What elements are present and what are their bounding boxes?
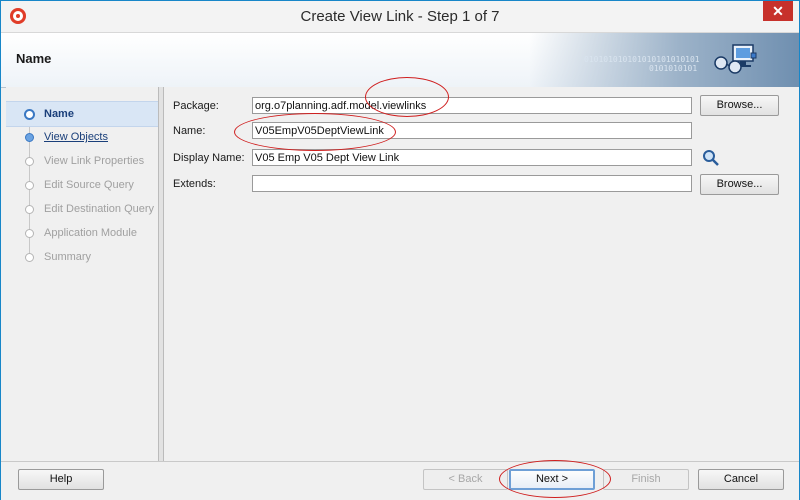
- window-title: Create View Link - Step 1 of 7: [300, 8, 500, 25]
- dialog-window: Create View Link - Step 1 of 7 ✕ Name 01…: [0, 0, 800, 500]
- close-button[interactable]: ✕: [763, 1, 793, 21]
- nav-step-name[interactable]: Name: [6, 101, 158, 127]
- step-bullet-icon: [25, 156, 34, 166]
- title-bar: Create View Link - Step 1 of 7 ✕: [1, 1, 799, 33]
- nav-step-label: View Link Properties: [44, 155, 145, 167]
- step-bullet-icon: [25, 252, 34, 262]
- back-button[interactable]: < Back: [423, 469, 508, 490]
- header-binary-text: 010101010101010101010101: [584, 55, 700, 64]
- button-bar: Help < Back Next > Finish Cancel: [1, 461, 799, 500]
- nav-step-label: Edit Destination Query: [44, 203, 155, 215]
- display-name-label: Display Name:: [173, 152, 245, 164]
- step-active-bullet-icon: [24, 108, 35, 120]
- page-title: Name: [16, 51, 52, 66]
- nav-step-summary: Summary: [6, 245, 158, 269]
- wizard-header: Name 010101010101010101010101 0101010101: [1, 33, 799, 88]
- step-bullet-icon: [25, 228, 34, 238]
- nav-step-label: Edit Source Query: [44, 179, 134, 191]
- nav-step-edit-destination-query: Edit Destination Query: [6, 197, 158, 221]
- step-bullet-icon: [25, 132, 34, 142]
- nav-step-view-objects[interactable]: View Objects: [6, 125, 158, 149]
- extends-browse-button[interactable]: Browse...: [700, 174, 779, 195]
- name-input[interactable]: [252, 122, 692, 139]
- form-panel: Package: Browse... Name: Display Name: E…: [164, 87, 799, 461]
- extends-label: Extends:: [173, 178, 216, 190]
- magnifier-icon[interactable]: [702, 149, 720, 167]
- next-button[interactable]: Next >: [509, 469, 595, 490]
- nav-step-label: Name: [44, 108, 74, 120]
- package-input[interactable]: [252, 97, 692, 114]
- header-decoration: 010101010101010101010101 0101010101: [529, 33, 799, 87]
- nav-step-label: View Objects: [44, 131, 108, 143]
- name-label: Name:: [173, 125, 206, 137]
- package-browse-button[interactable]: Browse...: [700, 95, 779, 116]
- step-bullet-icon: [25, 180, 34, 190]
- nav-step-application-module: Application Module: [6, 221, 158, 245]
- display-name-input[interactable]: [252, 149, 692, 166]
- nav-step-view-link-properties: View Link Properties: [6, 149, 158, 173]
- nav-step-edit-source-query: Edit Source Query: [6, 173, 158, 197]
- extends-input[interactable]: [252, 175, 692, 192]
- step-bullet-icon: [25, 204, 34, 214]
- help-button[interactable]: Help: [18, 469, 104, 490]
- header-binary-text: 0101010101: [649, 64, 698, 73]
- nav-step-label: Application Module: [44, 227, 137, 239]
- nav-step-label: Summary: [44, 251, 92, 263]
- package-label: Package:: [173, 100, 219, 112]
- finish-button[interactable]: Finish: [603, 469, 689, 490]
- glasses-monitor-icon: [714, 44, 757, 74]
- cancel-button[interactable]: Cancel: [698, 469, 784, 490]
- wizard-steps-nav: Name View Objects View Link Properties E…: [6, 87, 159, 461]
